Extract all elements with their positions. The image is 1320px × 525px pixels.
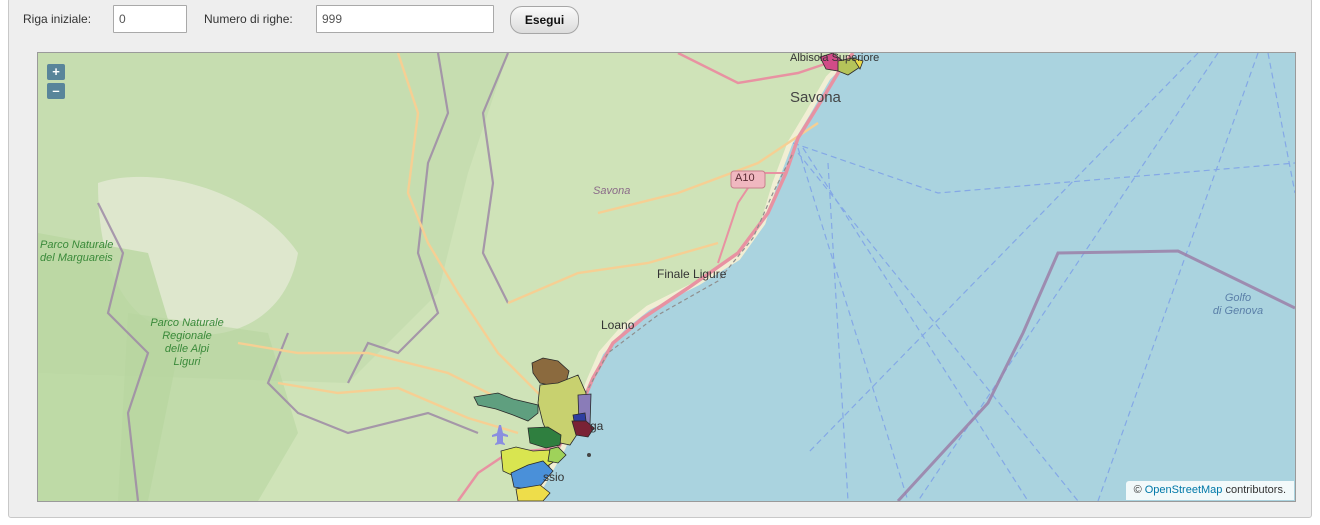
label-alassio: ssio xyxy=(543,470,565,484)
osm-link[interactable]: OpenStreetMap xyxy=(1145,484,1223,496)
label-finale-ligure: Finale Ligure xyxy=(657,267,727,281)
run-button[interactable]: Esegui xyxy=(510,6,579,34)
label-savona-province: Savona xyxy=(593,185,631,197)
map-view[interactable]: Albisola Superiore Savona A10 Savona Par… xyxy=(37,52,1296,502)
start-row-input[interactable] xyxy=(113,5,187,33)
map-attribution: © OpenStreetMap contributors. xyxy=(1125,481,1294,500)
label-savona-city: Savona xyxy=(790,89,841,106)
label-loano: Loano xyxy=(601,318,635,332)
num-rows-label: Numero di righe: xyxy=(204,12,293,26)
label-golfo-genova: Golfo di Genova xyxy=(1212,292,1264,317)
num-rows-input[interactable] xyxy=(316,5,494,33)
label-highway-a10: A10 xyxy=(735,172,755,184)
label-parco-alpi-liguri: Parco Naturale Regionale delle Alpi Ligu… xyxy=(150,317,224,368)
label-parco-marguareis: Parco Naturale del Marguareis xyxy=(40,239,114,264)
label-albisola: Albisola Superiore xyxy=(790,52,880,64)
start-row-label: Riga iniziale: xyxy=(23,12,92,26)
zoom-in-button[interactable]: + xyxy=(47,64,65,80)
zoom-out-button[interactable]: – xyxy=(47,83,65,99)
label-albenga: ga xyxy=(590,419,604,433)
